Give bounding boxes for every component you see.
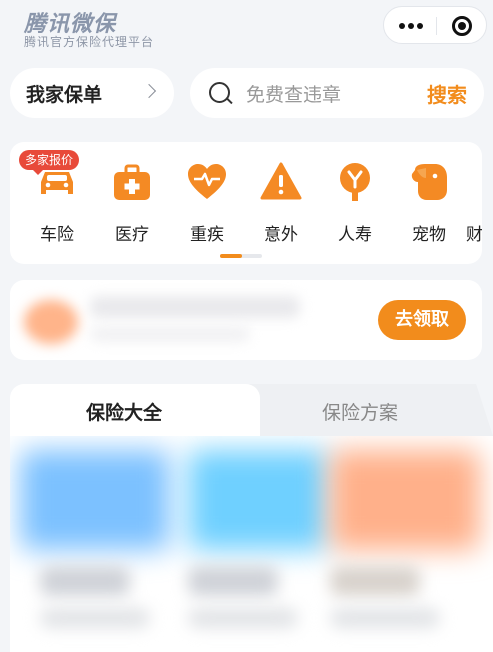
tab-bar: 保险大全 保险方案 — [10, 384, 493, 436]
more-icon[interactable] — [399, 23, 423, 29]
multi-quote-badge: 多家报价 — [19, 150, 80, 175]
promo-banner: 去领取 — [10, 280, 482, 360]
dog-icon — [407, 160, 451, 204]
carousel-indicator — [220, 254, 262, 258]
tab-all-insurance[interactable]: 保险大全 — [10, 384, 260, 436]
tree-icon — [333, 160, 377, 204]
category-label: 车险 — [40, 225, 74, 245]
warning-icon — [259, 160, 303, 204]
category-pet[interactable]: 宠物 — [399, 160, 459, 245]
promo-image — [24, 300, 78, 344]
search-button[interactable]: 搜索 — [427, 79, 467, 108]
tab-insurance-plans[interactable]: 保险方案 — [322, 398, 398, 425]
category-card: 多家报价 车险 医疗 重疾 意外 人寿 宠物 财 — [10, 142, 482, 264]
close-target-icon[interactable] — [452, 16, 472, 36]
category-accident[interactable]: 意外 — [251, 160, 311, 245]
capsule-divider — [436, 17, 437, 35]
promo-desc-blurred — [90, 326, 250, 342]
category-medical[interactable]: 医疗 — [102, 160, 162, 245]
brand-subtitle: 腾讯官方保险代理平台 — [24, 35, 155, 49]
category-label: 人寿 — [338, 225, 372, 245]
medical-kit-icon — [110, 160, 154, 204]
category-partial[interactable]: 财 — [466, 160, 482, 245]
chevron-right-icon — [141, 83, 157, 99]
category-label: 宠物 — [412, 225, 446, 245]
heart-pulse-icon — [185, 160, 229, 204]
search-placeholder[interactable]: 免费查违章 — [246, 80, 341, 107]
search-bar[interactable]: 免费查违章 搜索 — [190, 68, 484, 118]
my-policy-label: 我家保单 — [26, 83, 103, 106]
category-label: 医疗 — [115, 225, 149, 245]
tab-label: 保险大全 — [86, 402, 163, 424]
category-label: 财 — [466, 225, 482, 245]
category-label: 重疾 — [190, 225, 224, 245]
category-car[interactable]: 多家报价 车险 — [19, 150, 87, 245]
miniprogram-capsule — [383, 6, 487, 44]
promo-title-blurred — [90, 296, 300, 318]
category-life[interactable]: 人寿 — [325, 160, 385, 245]
claim-button[interactable]: 去领取 — [378, 300, 466, 340]
search-icon — [209, 82, 230, 103]
my-policy-button[interactable]: 我家保单 — [10, 68, 174, 118]
category-label: 意外 — [264, 225, 298, 245]
category-critical-illness[interactable]: 重疾 — [177, 160, 237, 245]
product-grid-blurred — [10, 436, 493, 652]
